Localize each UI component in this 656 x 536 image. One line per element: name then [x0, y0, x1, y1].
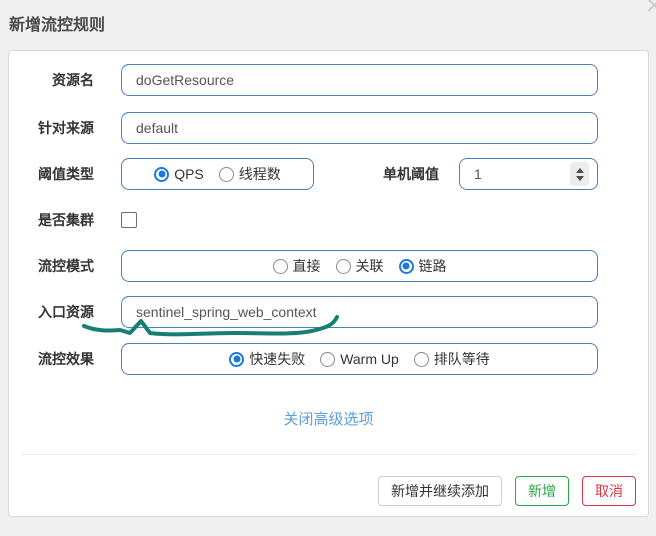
cancel-button[interactable]: 取消	[582, 476, 636, 506]
stepper-up-icon[interactable]	[575, 167, 584, 173]
grade-radio-group: QPS 线程数	[121, 158, 314, 190]
footer-buttons: 新增并继续添加 新增 取消	[378, 476, 636, 506]
dialog-title: 新增流控规则	[9, 17, 106, 34]
add-button[interactable]: 新增	[515, 476, 569, 506]
row-resource: 资源名	[9, 64, 648, 96]
radio-selected-icon	[398, 258, 414, 274]
radio-option-queue-wait[interactable]: 排队等待	[413, 349, 490, 369]
stepper-down-icon[interactable]	[575, 175, 584, 181]
radio-option-thread[interactable]: 线程数	[218, 164, 281, 184]
resource-label: 资源名	[52, 72, 94, 88]
radio-unselected-icon	[335, 258, 351, 274]
radio-option-qps[interactable]: QPS	[154, 166, 204, 182]
radio-unselected-icon	[413, 351, 429, 367]
dialog-body-panel: 资源名 针对来源 阈值类型 QPS	[8, 50, 649, 517]
radio-option-warm-up[interactable]: Warm Up	[320, 351, 399, 367]
limit-app-label: 针对来源	[38, 120, 94, 136]
strategy-label: 流控模式	[38, 258, 94, 274]
cluster-checkbox[interactable]	[121, 212, 137, 228]
radio-unselected-icon	[272, 258, 288, 274]
footer-divider	[21, 454, 636, 455]
add-flow-rule-dialog: 新增流控规则 × 资源名 针对来源 阈值类型 QPS	[0, 0, 656, 536]
row-cluster: 是否集群	[9, 204, 648, 236]
radio-selected-icon	[229, 351, 245, 367]
radio-unselected-icon	[218, 166, 234, 182]
threshold-label: 单机阈值	[383, 166, 439, 182]
radio-option-fast-fail[interactable]: 快速失败	[229, 349, 305, 369]
ref-resource-label: 入口资源	[38, 304, 94, 320]
radio-option-chain[interactable]: 链路	[398, 256, 447, 276]
radio-unselected-icon	[320, 351, 336, 367]
radio-option-relate[interactable]: 关联	[335, 256, 384, 276]
add-and-continue-button[interactable]: 新增并继续添加	[378, 476, 502, 506]
ref-resource-input[interactable]	[121, 296, 598, 328]
cluster-label: 是否集群	[38, 212, 94, 228]
row-ref-resource: 入口资源	[9, 296, 648, 328]
resource-input[interactable]	[121, 64, 598, 96]
grade-label: 阈值类型	[38, 166, 94, 182]
row-limit-app: 针对来源	[9, 112, 648, 144]
behavior-label: 流控效果	[38, 351, 94, 367]
close-icon[interactable]: ×	[645, 0, 656, 21]
close-advanced-options-link[interactable]: 关闭高级选项	[9, 408, 648, 429]
limit-app-input[interactable]	[121, 112, 598, 144]
row-strategy: 流控模式 直接 关联 链路	[9, 250, 648, 282]
strategy-radio-group: 直接 关联 链路	[121, 250, 598, 282]
threshold-stepper[interactable]	[570, 162, 589, 186]
row-grade-threshold: 阈值类型 QPS 线程数 单机阈值	[9, 158, 648, 190]
row-behavior: 流控效果 快速失败 Warm Up 排队等待	[9, 343, 648, 375]
behavior-radio-group: 快速失败 Warm Up 排队等待	[121, 343, 598, 375]
radio-selected-icon	[154, 166, 170, 182]
radio-option-direct[interactable]: 直接	[272, 256, 321, 276]
